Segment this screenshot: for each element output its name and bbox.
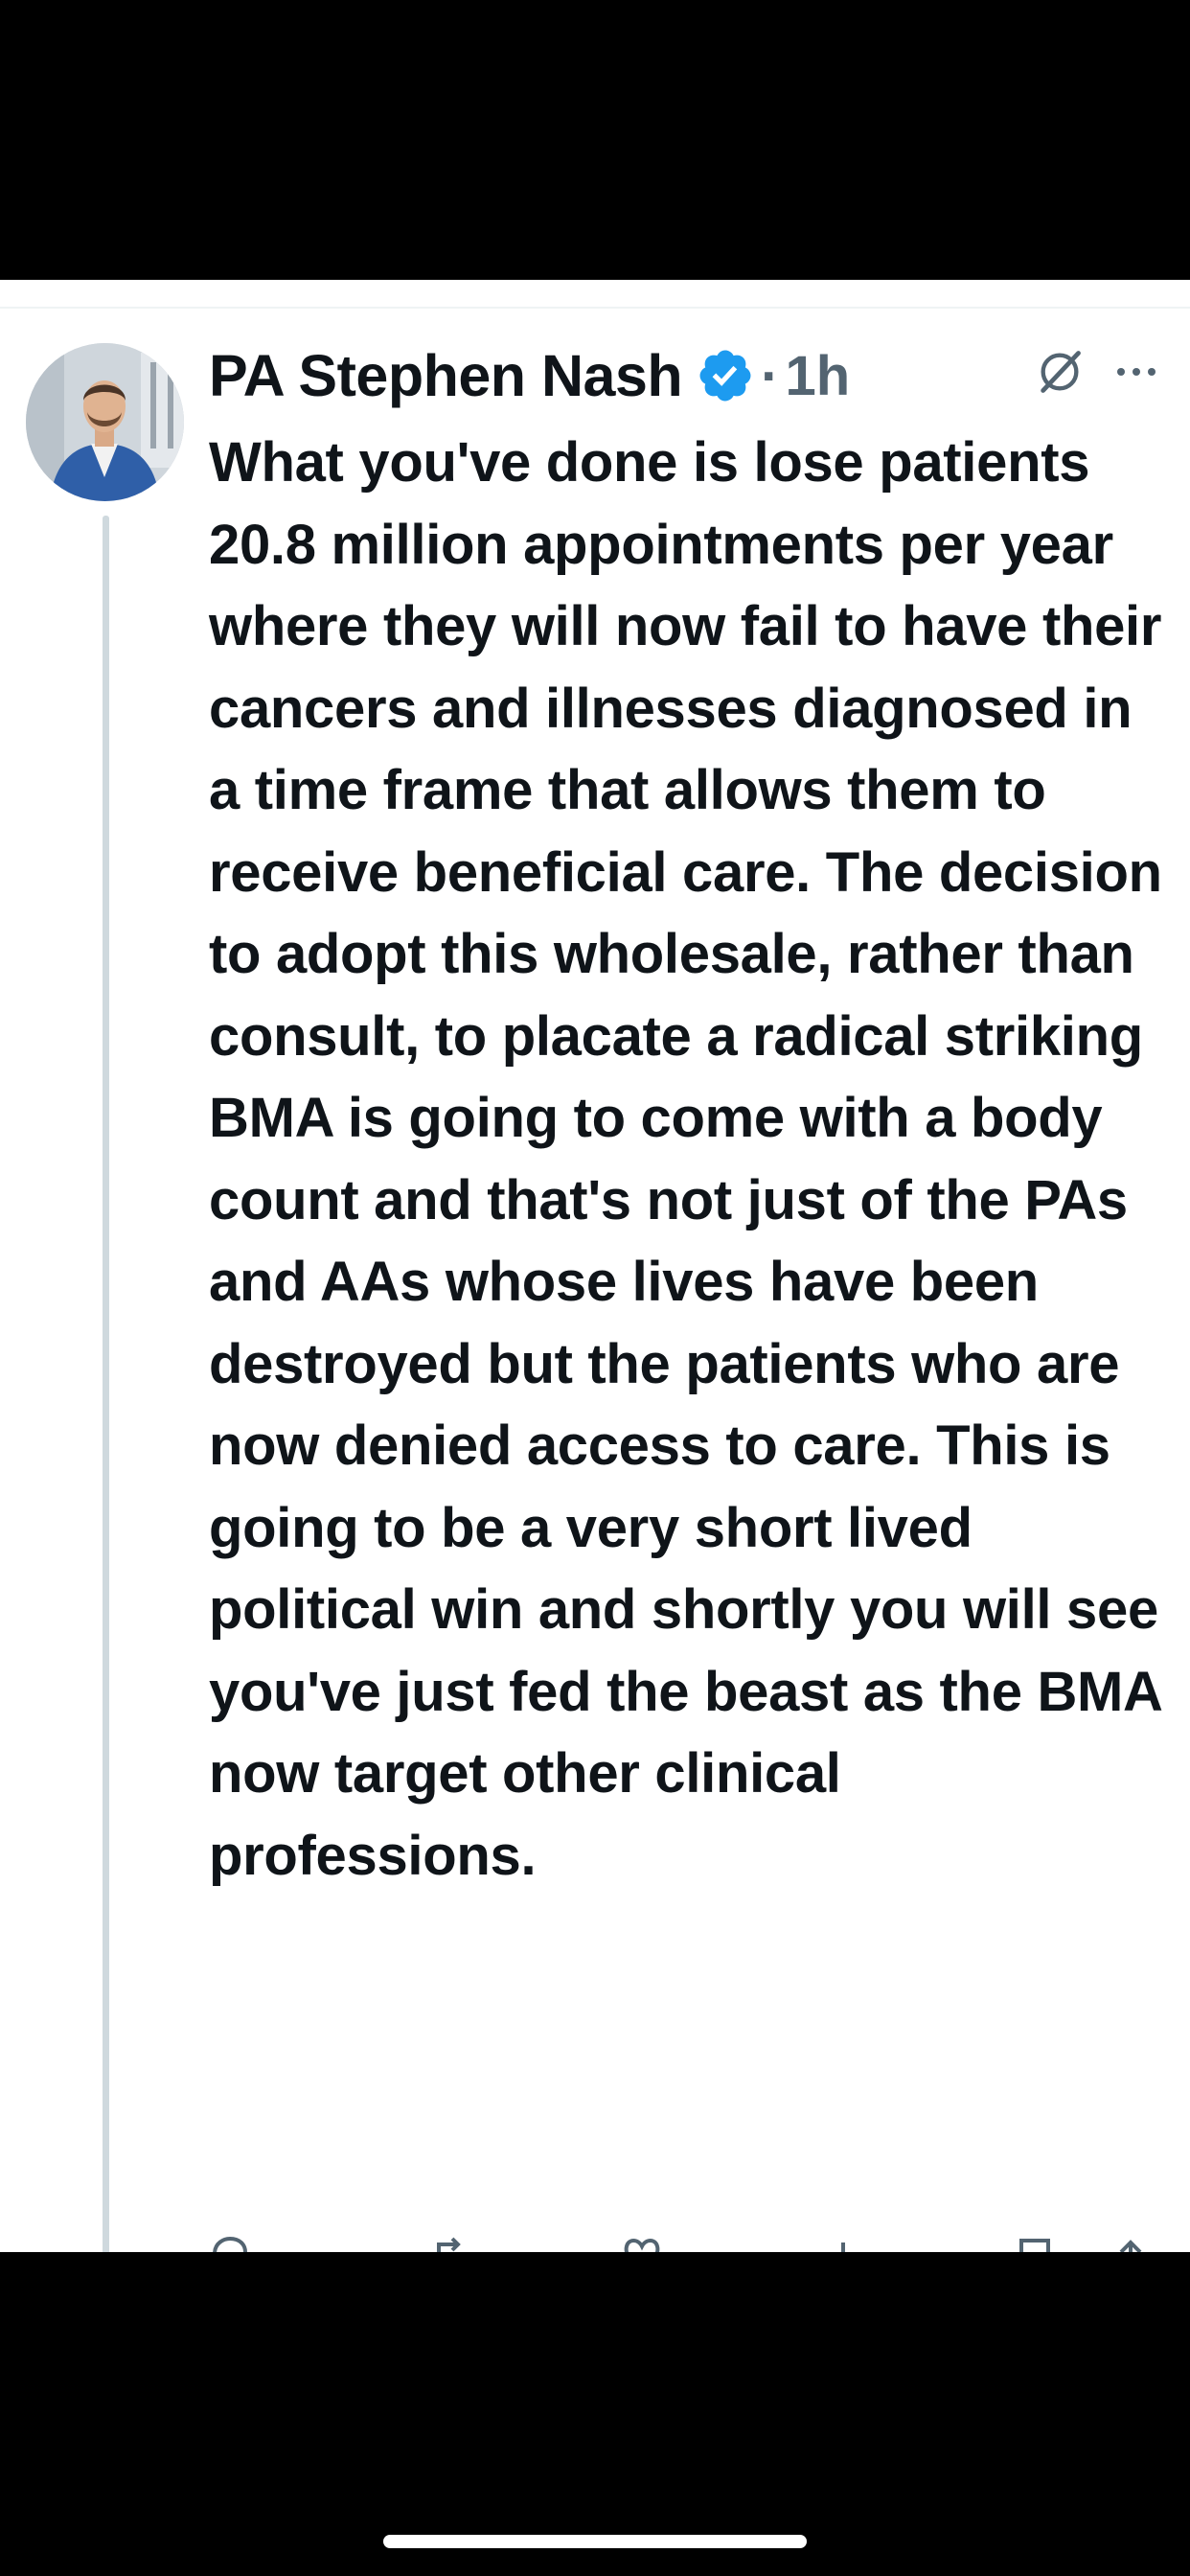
thread-line (103, 516, 109, 2252)
bottom-bar-area (0, 2252, 1190, 2576)
status-bar-area (0, 0, 1190, 280)
author-name[interactable]: PA Stephen Nash (209, 342, 683, 409)
post-text: What you've done is lose patients 20.8 m… (209, 431, 1162, 1887)
post-card[interactable]: PA Stephen Nash · 1h What you've done is… (0, 280, 1190, 2252)
more-icon[interactable] (1113, 358, 1159, 385)
separator-dot: · (761, 344, 780, 407)
post-actions (209, 2235, 1167, 2252)
views-icon[interactable] (822, 2235, 864, 2252)
bookmark-icon[interactable] (1014, 2235, 1056, 2252)
like-icon[interactable] (621, 2235, 663, 2252)
verified-badge-icon (696, 346, 755, 405)
reply-icon[interactable] (209, 2235, 251, 2252)
timestamp[interactable]: 1h (785, 344, 850, 408)
post-header: PA Stephen Nash · 1h (209, 337, 850, 414)
avatar[interactable] (26, 343, 184, 501)
repost-icon[interactable] (429, 2235, 471, 2252)
share-icon[interactable] (1110, 2235, 1152, 2252)
home-indicator[interactable] (383, 2535, 807, 2548)
divider (0, 307, 1190, 309)
grok-icon[interactable] (1035, 347, 1085, 397)
